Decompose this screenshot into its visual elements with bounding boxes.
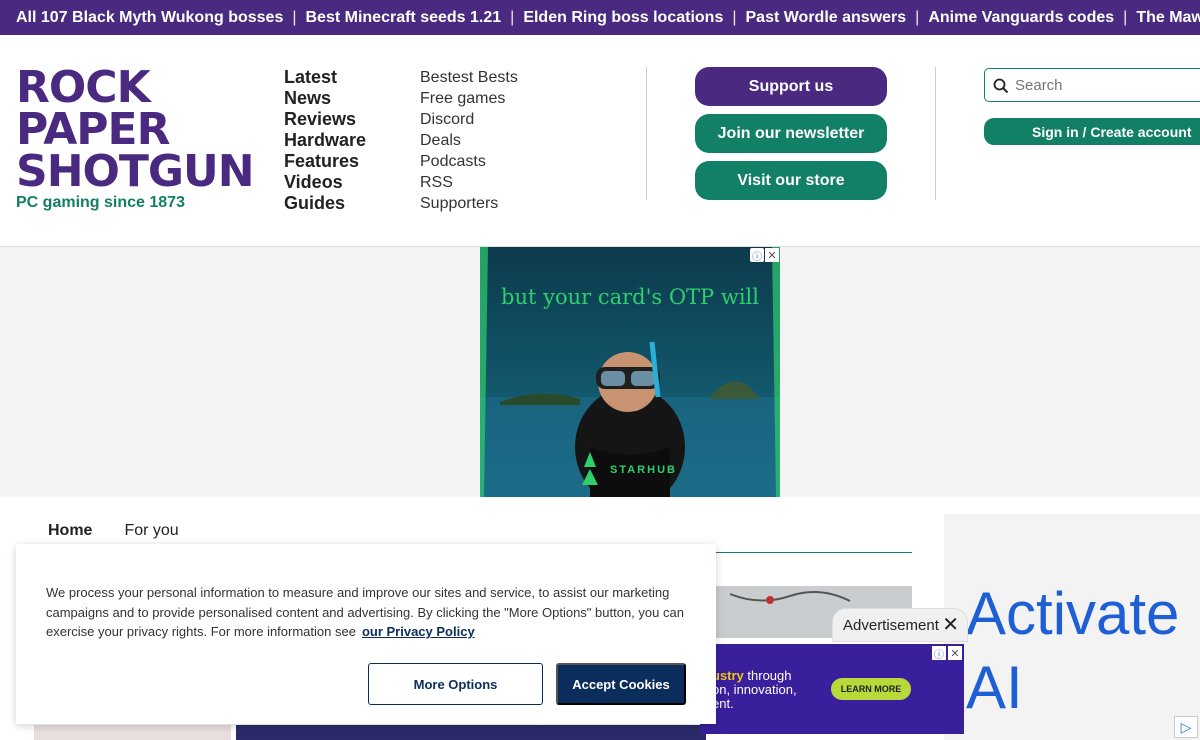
ad-copy-highlight: ustry [712,668,744,683]
ad-close-icon[interactable]: ✕ [765,248,779,262]
feed-tabs: Home For you [48,522,179,540]
side-ad-line: Activate [966,580,1180,647]
advertisement-label-text: Advertisement [843,616,939,634]
search-input[interactable] [1015,76,1195,94]
side-ad-headline: Activate AI [966,577,1179,725]
tab-home[interactable]: Home [48,522,92,540]
store-button[interactable]: Visit our store [695,161,887,200]
search-icon [993,78,1009,94]
newsletter-button[interactable]: Join our newsletter [695,114,887,153]
site-header: ROCK PAPER SHOTGUN PC gaming since 1873 … [0,35,1200,247]
trending-separator: | [915,8,920,26]
nav-item-guides[interactable]: Guides [284,193,366,214]
trending-link[interactable]: Past Wordle answers [746,9,907,27]
accept-cookies-button[interactable]: Accept Cookies [556,663,686,705]
trending-separator: | [732,8,737,26]
advertisement-banner[interactable]: ustry through on, innovation, ent. LEARN… [700,644,964,734]
top-ad-band: but your card's OTP will STARHUB ⓘ ✕ [0,247,1200,497]
nav-item-podcasts[interactable]: Podcasts [420,151,518,172]
nav-item-videos[interactable]: Videos [284,172,366,193]
site-logo[interactable]: ROCK PAPER SHOTGUN PC gaming since 1873 [16,62,255,217]
nav-item-discord[interactable]: Discord [420,109,518,130]
ad-diver-image [480,247,780,497]
side-ad[interactable]: Activate AI ▷ [944,514,1200,740]
tab-for-you[interactable]: For you [124,522,178,540]
advertisement-label: Advertisement ✕ [832,608,968,642]
nav-item-bestest-bests[interactable]: Bestest Bests [420,67,518,88]
trending-link[interactable]: Elden Ring boss locations [523,9,723,27]
nav-item-latest[interactable]: Latest [284,67,366,88]
close-icon[interactable]: ✕ [942,615,959,635]
trending-link[interactable]: All 107 Black Myth Wukong bosses [16,9,283,27]
ad-copy-text: through [743,668,792,683]
search-box [984,68,1200,102]
trending-separator: | [292,8,297,26]
nav-item-reviews[interactable]: Reviews [284,109,366,130]
trending-list: All 107 Black Myth Wukong bosses | Best … [0,0,1200,35]
header-divider [935,67,936,200]
ad-close-icon[interactable]: ✕ [948,646,962,660]
logo-text-line: PAPER [16,104,170,155]
trending-link[interactable]: Best Minecraft seeds 1.21 [306,9,502,27]
top-ad-creative[interactable]: but your card's OTP will STARHUB ⓘ ✕ [480,247,780,497]
sign-in-button[interactable]: Sign in / Create account [984,118,1200,145]
article-banner-strip [236,725,706,740]
side-ad-line: AI [966,654,1023,721]
nav-item-hardware[interactable]: Hardware [284,130,366,151]
trending-link[interactable]: Anime Vanguards codes [928,9,1114,27]
ad-copy-line: on, innovation, [712,682,797,697]
nav-item-supporters[interactable]: Supporters [420,193,518,214]
cookie-consent-text: We process your personal information to … [46,583,691,642]
nav-item-news[interactable]: News [284,88,366,109]
primary-nav: Latest News Reviews Hardware Features Vi… [284,67,366,214]
ad-info-icon[interactable]: ⓘ [932,646,946,661]
trending-separator: | [510,8,515,26]
ad-choices-icon[interactable]: ▷ [1174,716,1198,738]
learn-more-button[interactable]: LEARN MORE [831,678,911,700]
trending-separator: | [1123,8,1128,26]
more-options-button[interactable]: More Options [368,663,543,705]
logo-tagline: PC gaming since 1873 [16,194,185,211]
trending-bar: All 107 Black Myth Wukong bosses | Best … [0,0,1200,35]
nav-item-deals[interactable]: Deals [420,130,518,151]
logo-text-line: ROCK [16,62,151,113]
trending-link[interactable]: The Maw [1136,9,1200,27]
privacy-policy-link[interactable]: our Privacy Policy [362,624,475,639]
cookie-consent-modal: We process your personal information to … [16,544,716,724]
nav-item-features[interactable]: Features [284,151,366,172]
article-thumbnail[interactable] [34,725,231,740]
ad-copy-line: ustry through [712,668,792,683]
logo-text-line: SHOTGUN [16,146,255,197]
header-divider [646,67,647,200]
ad-info-icon[interactable]: ⓘ [750,248,764,263]
nav-item-free-games[interactable]: Free games [420,88,518,109]
ad-brand-logo: STARHUB [610,464,677,476]
support-us-button[interactable]: Support us [695,67,887,106]
nav-item-rss[interactable]: RSS [420,172,518,193]
secondary-nav: Bestest Bests Free games Discord Deals P… [420,67,518,214]
